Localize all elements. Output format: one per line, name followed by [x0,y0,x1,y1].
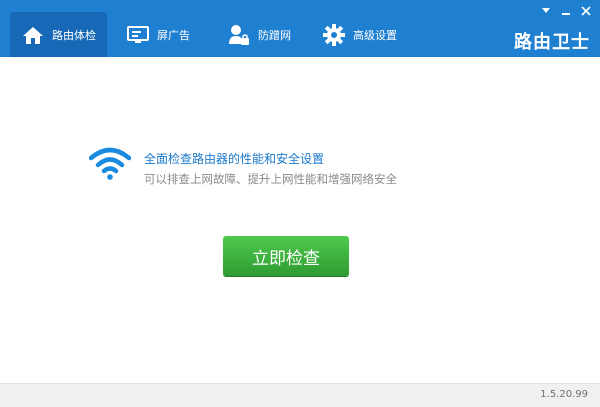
user-lock-icon [228,24,250,46]
check-now-button[interactable]: 立即检查 [223,236,349,276]
checkup-headline: 全面检查路由器的性能和安全设置 [144,152,325,166]
home-icon [22,25,44,45]
tab-anti-leech[interactable]: 防蹭网 [228,12,308,57]
wifi-icon [88,146,132,184]
checkup-description: 可以排查上网故障、提升上网性能和增强网络安全 [144,172,397,186]
top-navigation-bar: 路由体检 屏广告 防蹭网 高级设置 路由卫士 [0,0,600,57]
tab-label: 防蹭网 [258,28,291,42]
tab-router-checkup[interactable]: 路由体检 [10,12,107,57]
brand-logo-text: 路由卫士 [514,32,590,53]
monitor-icon [127,25,149,44]
tab-advanced-settings[interactable]: 高级设置 [323,12,413,57]
gear-icon [323,23,345,46]
version-label: 1.5.20.99 [540,389,588,400]
close-icon[interactable] [578,4,594,18]
tab-label: 高级设置 [353,28,397,42]
tab-block-ads[interactable]: 屏广告 [127,12,212,57]
minimize-icon[interactable] [558,4,574,18]
tab-label: 屏广告 [157,28,190,42]
dropdown-icon[interactable] [538,4,554,18]
status-bar: 1.5.20.99 [0,383,600,407]
tab-label: 路由体检 [52,28,96,42]
main-content [0,57,600,383]
